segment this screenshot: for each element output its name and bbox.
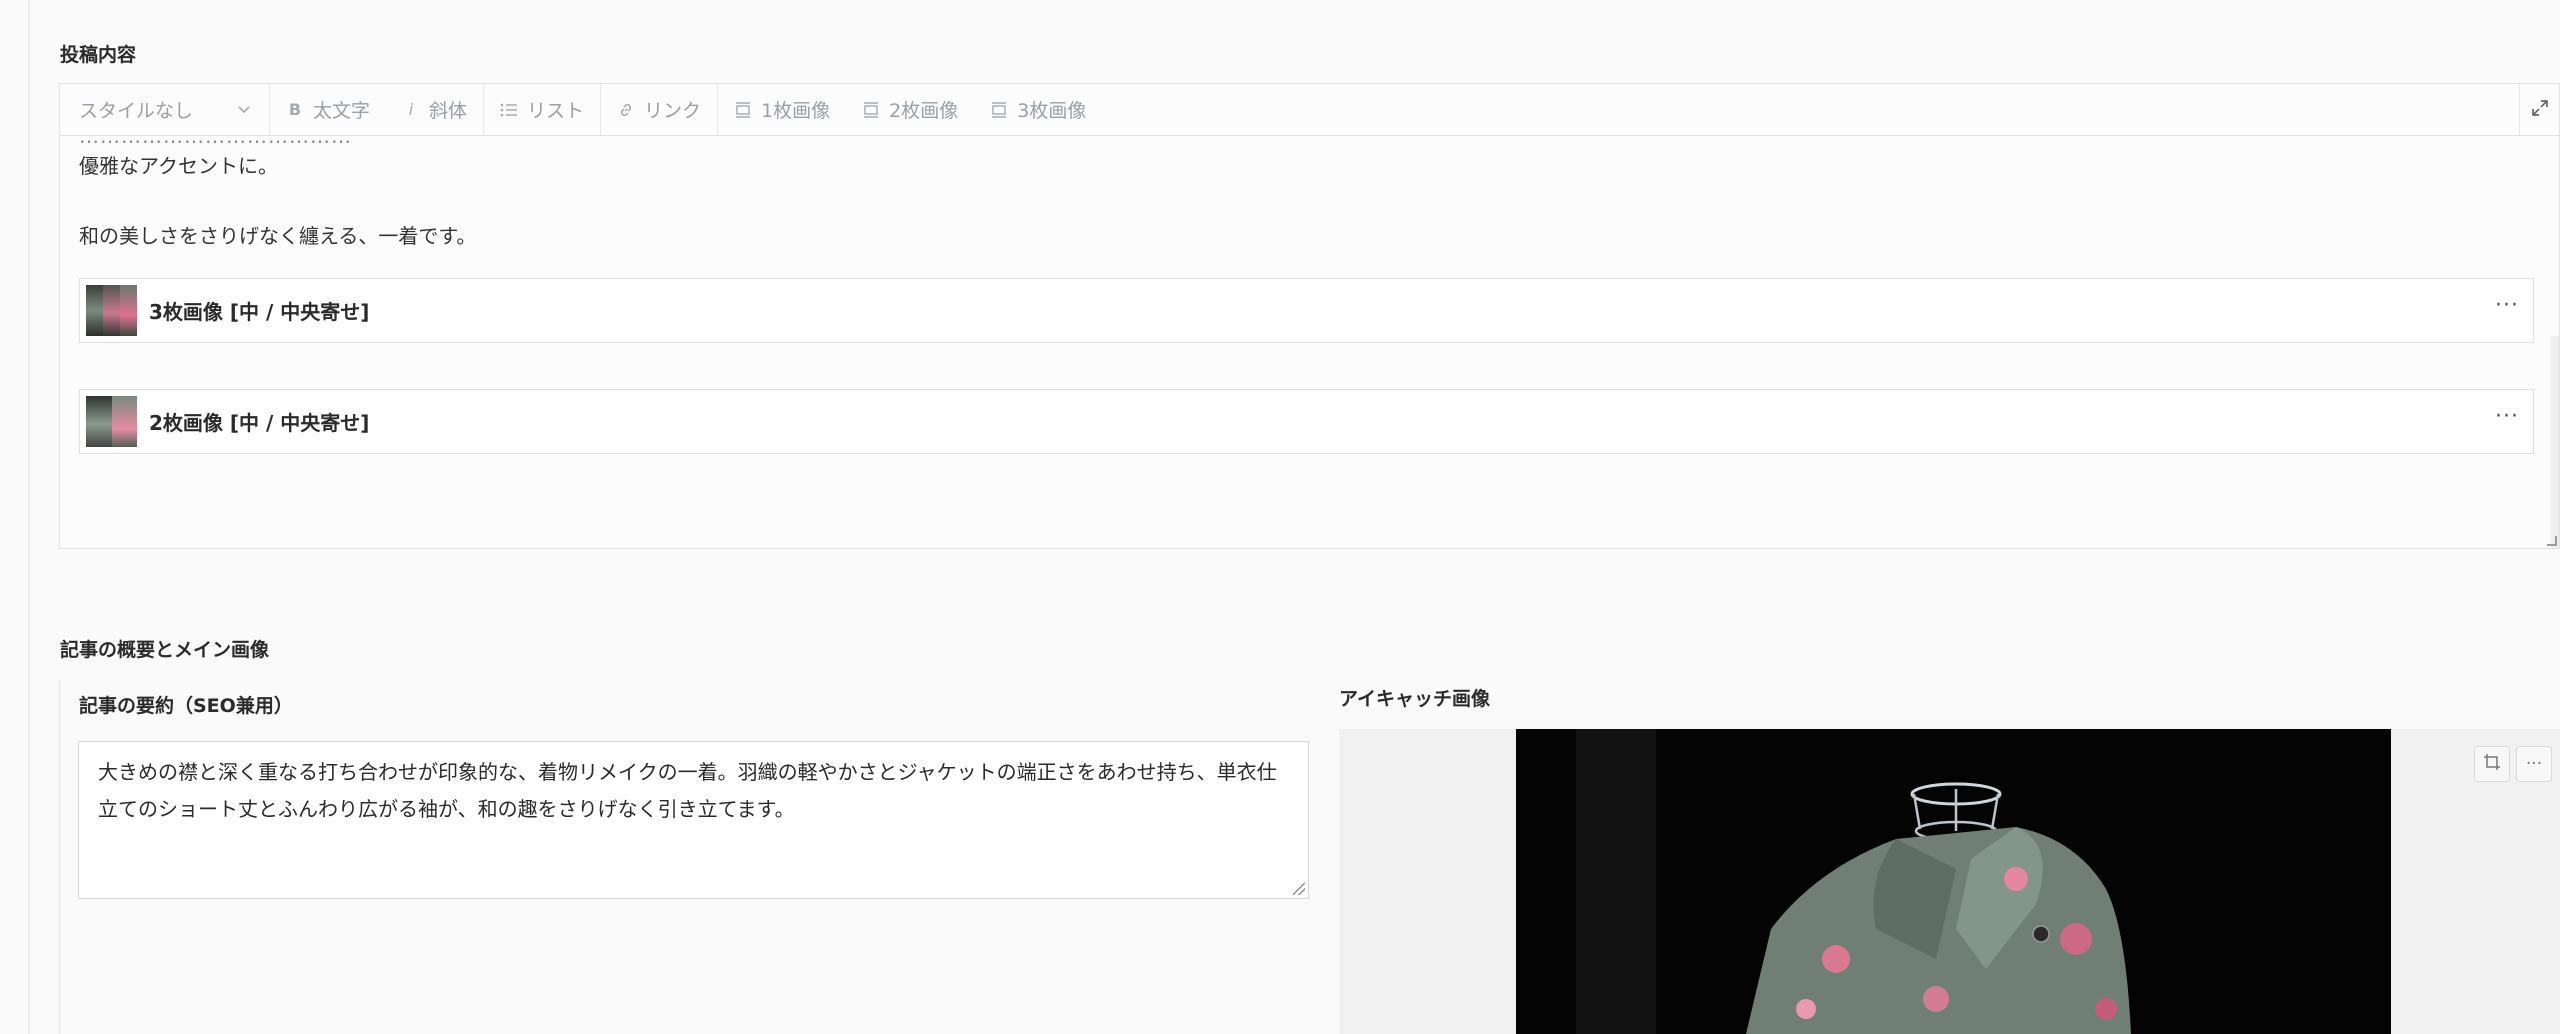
image1-label: 1枚画像	[761, 100, 831, 122]
image-block-2[interactable]: 2枚画像 [中 / 中央寄せ] ···	[79, 389, 2534, 454]
editor-content[interactable]: ………………………………… 優雅なアクセントに。 和の美しさをさりげなく纏える、…	[60, 136, 2559, 548]
crop-icon	[2483, 753, 2501, 776]
image-icon	[734, 101, 752, 119]
crop-button[interactable]	[2474, 746, 2510, 782]
image3-label: 3枚画像	[1017, 100, 1087, 122]
image3-button[interactable]: 3枚画像	[974, 84, 1102, 136]
more-icon[interactable]: ···	[2495, 293, 2519, 318]
image-block-thumbnail	[86, 285, 137, 336]
image-block-label: 2枚画像 [中 / 中央寄せ]	[149, 411, 370, 435]
featured-image-label: アイキャッチ画像	[1339, 688, 1491, 710]
image-icon	[862, 101, 880, 119]
bold-button[interactable]: B 太文字	[270, 84, 386, 136]
link-label: リンク	[644, 100, 702, 122]
italic-label: 斜体	[429, 100, 468, 122]
image-icon	[990, 101, 1008, 119]
featured-more-button[interactable]: ···	[2516, 746, 2552, 782]
image-block-label: 3枚画像 [中 / 中央寄せ]	[149, 300, 370, 324]
overview-section-title: 記事の概要とメイン画像	[60, 639, 270, 661]
italic-icon: i	[408, 100, 414, 119]
link-button[interactable]: リンク	[601, 84, 717, 136]
paragraph: 和の美しさをさりげなく纏える、一着です。	[79, 224, 477, 248]
cutoff-text-line: …………………………………	[79, 136, 352, 148]
bold-icon: B	[288, 100, 302, 119]
page-left-rule	[28, 0, 30, 1034]
fullscreen-button[interactable]	[2519, 84, 2559, 136]
list-icon	[500, 101, 518, 119]
paragraph: 優雅なアクセントに。	[79, 154, 278, 178]
list-label: リスト	[527, 100, 585, 122]
summary-column-border	[59, 680, 60, 1034]
style-select-value: スタイルなし	[79, 100, 194, 122]
image-block-3[interactable]: 3枚画像 [中 / 中央寄せ] ···	[79, 278, 2534, 343]
more-icon[interactable]: ···	[2495, 404, 2519, 429]
featured-image	[1516, 729, 2391, 1034]
editor-resize-handle[interactable]	[2547, 536, 2557, 546]
list-button[interactable]: リスト	[484, 84, 600, 136]
style-select[interactable]: スタイルなし	[60, 83, 270, 136]
summary-textarea[interactable]: 大きめの襟と深く重なる打ち合わせが印象的な、着物リメイクの一着。羽織の軽やかさと…	[78, 741, 1309, 899]
featured-image-area[interactable]: ···	[1339, 729, 2560, 1034]
expand-icon	[2531, 99, 2549, 121]
chevron-down-icon	[237, 99, 251, 121]
rich-text-editor[interactable]: スタイルなし B 太文字 i 斜体 リスト リンク 1枚画像 2枚画像 3枚画像…	[59, 83, 2560, 549]
italic-button[interactable]: i 斜体	[386, 84, 483, 136]
image-block-thumbnail	[86, 396, 137, 447]
summary-text: 大きめの襟と深く重なる打ち合わせが印象的な、着物リメイクの一着。羽織の軽やかさと…	[98, 760, 1277, 821]
summary-label: 記事の要約（SEO兼用）	[79, 695, 293, 717]
link-icon	[617, 101, 635, 119]
editor-toolbar: スタイルなし B 太文字 i 斜体 リスト リンク 1枚画像 2枚画像 3枚画像	[60, 83, 2559, 136]
more-icon: ···	[2525, 754, 2543, 774]
image2-button[interactable]: 2枚画像	[846, 84, 974, 136]
content-section-title: 投稿内容	[60, 44, 137, 66]
textarea-resize-handle[interactable]	[1293, 883, 1305, 895]
image2-label: 2枚画像	[889, 100, 959, 122]
image1-button[interactable]: 1枚画像	[718, 84, 846, 136]
bold-label: 太文字	[313, 100, 371, 122]
editor-scrollbar[interactable]	[2551, 336, 2559, 548]
